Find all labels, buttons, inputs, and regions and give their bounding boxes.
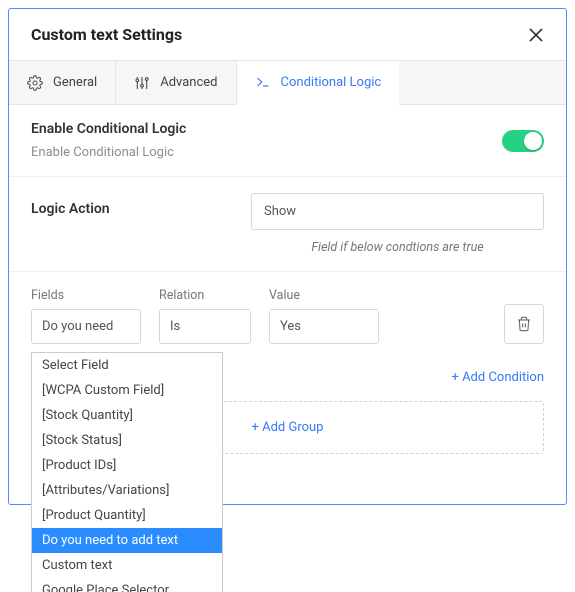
tab-conditional-logic[interactable]: Conditional Logic (237, 61, 400, 105)
dropdown-option[interactable]: [Product Quantity] (32, 503, 222, 528)
dropdown-option[interactable]: [Attributes/Variations] (32, 478, 222, 503)
field-dropdown[interactable]: Select Field[WCPA Custom Field][Stock Qu… (31, 352, 223, 592)
value-select-value: Yes (280, 319, 301, 334)
settings-panel: Custom text Settings General (8, 8, 567, 505)
tab-bar: General Advanced Conditional Logic (9, 60, 566, 105)
enable-title: Enable Conditional Logic (31, 121, 186, 137)
relation-select[interactable]: Is (159, 309, 251, 344)
logic-action-section: Logic Action Show Field if below condtio… (9, 177, 566, 272)
toggle-knob (524, 132, 542, 150)
tab-general[interactable]: General (9, 61, 116, 104)
enable-toggle[interactable] (502, 130, 544, 152)
logic-action-hint: Field if below condtions are true (251, 240, 544, 255)
field-select-value: Do you need (42, 319, 113, 334)
tab-label-conditional: Conditional Logic (281, 75, 382, 90)
tab-advanced[interactable]: Advanced (116, 61, 236, 104)
field-select[interactable]: Do you need (31, 309, 141, 344)
panel-header: Custom text Settings (9, 9, 566, 60)
dropdown-option[interactable]: [WCPA Custom Field] (32, 378, 222, 403)
dropdown-option[interactable]: Custom text (32, 553, 222, 578)
relation-select-value: Is (170, 319, 180, 334)
dropdown-option[interactable]: [Product IDs] (32, 453, 222, 478)
enable-desc: Enable Conditional Logic (31, 145, 186, 160)
dropdown-option[interactable]: Google Place Selector (32, 578, 222, 592)
dropdown-option[interactable]: Select Field (32, 353, 222, 378)
logic-action-select[interactable]: Show (251, 193, 544, 230)
trash-icon (516, 316, 532, 332)
value-column-label: Value (269, 288, 379, 303)
condition-row: Fields Do you need Relation Is Value Yes (31, 288, 544, 344)
sliders-icon (134, 75, 150, 91)
value-select[interactable]: Yes (269, 309, 379, 344)
conditions-section: Fields Do you need Relation Is Value Yes (9, 272, 566, 474)
logic-action-label: Logic Action (31, 193, 231, 217)
tab-label-general: General (53, 75, 97, 90)
enable-section: Enable Conditional Logic Enable Conditio… (9, 105, 566, 177)
dropdown-option[interactable]: [Stock Status] (32, 428, 222, 453)
relation-column-label: Relation (159, 288, 251, 303)
delete-condition-button[interactable] (504, 304, 544, 344)
gear-icon (27, 75, 43, 91)
terminal-icon (255, 74, 271, 90)
logic-action-value: Show (264, 204, 296, 219)
close-button[interactable] (528, 27, 544, 43)
fields-column-label: Fields (31, 288, 141, 303)
dropdown-option[interactable]: [Stock Quantity] (32, 403, 222, 428)
tab-label-advanced: Advanced (160, 75, 217, 90)
close-icon (528, 27, 544, 43)
panel-title: Custom text Settings (31, 25, 182, 44)
dropdown-option[interactable]: Do you need to add text (32, 528, 222, 553)
